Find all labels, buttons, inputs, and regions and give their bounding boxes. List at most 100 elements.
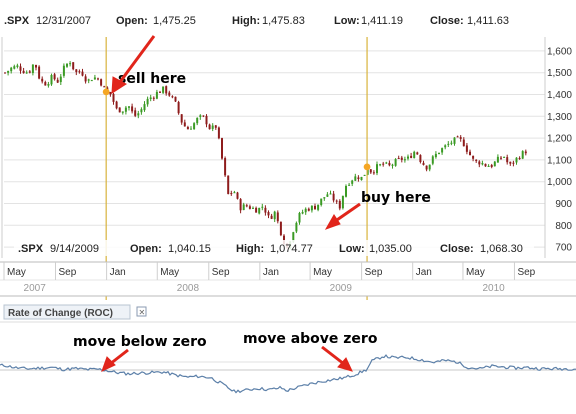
x-year-label: 2007: [24, 283, 47, 294]
header-bottom-high-label: High:: [236, 243, 264, 255]
candle-body: [506, 157, 509, 163]
candle-body: [276, 212, 279, 222]
chart-stage: .SPX 12/31/2007 Open: 1,475.25 High: 1,4…: [0, 0, 576, 414]
x-tick-label: May: [313, 267, 332, 278]
candle-body: [112, 93, 115, 102]
candle-body: [431, 156, 434, 164]
y-tick-label: 800: [555, 221, 572, 232]
candle-body: [196, 117, 199, 124]
x-tick-label: Sep: [59, 267, 77, 278]
candle-body: [326, 194, 329, 197]
header-top-close-value: 1,411.63: [467, 15, 509, 27]
candle-body: [202, 115, 205, 117]
candle-body: [351, 180, 354, 184]
candle-body: [515, 157, 518, 163]
candle-body: [453, 137, 456, 144]
header-top-open-value: 1,475.25: [153, 15, 196, 27]
candle-body: [93, 77, 96, 80]
candle-body: [354, 176, 357, 181]
candle-body: [258, 207, 261, 214]
candle-body: [487, 165, 490, 167]
candle-body: [59, 76, 62, 83]
x-tick-label: Sep: [365, 267, 383, 278]
candle-body: [177, 102, 180, 114]
candle-body: [314, 205, 316, 210]
candle-body: [469, 151, 471, 156]
candle-body: [13, 66, 16, 69]
candle-body: [4, 72, 6, 74]
candle-body: [236, 192, 239, 199]
candle-body: [25, 72, 28, 74]
candle-body: [298, 212, 301, 223]
x-year-label: 2010: [482, 283, 505, 294]
candle-body: [369, 169, 372, 173]
header-top-high-value: 1,475.83: [262, 15, 305, 27]
candle-body: [115, 101, 118, 109]
header-top-low-value: 1,411.19: [361, 15, 403, 27]
candle-body: [35, 64, 37, 68]
candle-body: [217, 127, 220, 139]
candle-body: [10, 67, 13, 72]
candle-body: [221, 138, 223, 159]
candle-body: [180, 114, 183, 123]
candle-body: [162, 86, 165, 93]
candle-body: [255, 207, 258, 213]
candle-body: [22, 70, 25, 74]
candle-body: [121, 111, 124, 113]
y-tick-label: 1,100: [547, 155, 572, 166]
header-top-symbol: .SPX: [4, 15, 30, 27]
buy-annotation: buy here: [361, 190, 431, 206]
candle-body: [7, 70, 10, 73]
y-tick-label: 1,300: [547, 112, 572, 123]
above-zero-annotation: move above zero: [243, 331, 378, 347]
candle-body: [224, 158, 227, 176]
candle-body: [159, 91, 161, 93]
header-bottom-close-value: 1,068.30: [480, 243, 523, 255]
candle-body: [503, 156, 506, 158]
candle-body: [118, 107, 121, 113]
candle-body: [295, 222, 298, 232]
candle-body: [422, 162, 425, 165]
candle-body: [301, 212, 304, 214]
x-tick-label: Sep: [212, 267, 230, 278]
candle-body: [403, 159, 406, 161]
y-tick-label: 900: [555, 199, 572, 210]
candle-body: [372, 172, 375, 174]
candle-body: [329, 193, 332, 195]
roc-title: Rate of Change (ROC): [8, 308, 113, 319]
candle-body: [97, 78, 99, 80]
candle-body: [484, 163, 487, 167]
candle-body: [140, 109, 143, 113]
candle-body: [348, 184, 351, 186]
candle-body: [109, 91, 112, 95]
candle-body: [472, 155, 475, 159]
header-bottom-low-value: 1,035.00: [369, 243, 412, 255]
candle-body: [56, 79, 59, 83]
candle-body: [252, 207, 254, 209]
candle-body: [382, 163, 385, 165]
candle-body: [230, 193, 233, 195]
header-top-low-label: Low:: [334, 15, 360, 27]
candle-body: [363, 174, 366, 176]
candle-body: [78, 71, 81, 73]
candle-body: [478, 161, 481, 165]
candle-body: [447, 143, 450, 145]
x-tick-label: Sep: [517, 267, 535, 278]
candle-body: [211, 125, 214, 129]
candle-body: [388, 162, 391, 166]
candle-body: [407, 156, 409, 159]
candle-body: [248, 206, 251, 209]
candle-body: [134, 110, 137, 116]
candle-body: [307, 208, 310, 211]
y-tick-label: 1,500: [547, 68, 572, 79]
below-zero-annotation: move below zero: [73, 334, 207, 350]
candle-body: [459, 137, 462, 139]
candle-body: [317, 204, 320, 210]
x-tick-label: Jan: [416, 267, 432, 278]
candle-body: [131, 106, 134, 112]
candle-body: [335, 200, 338, 202]
candle-body: [270, 215, 273, 219]
candle-body: [490, 165, 493, 168]
candle-body: [493, 161, 496, 167]
header-bottom: .SPX 9/14/2009 Open: 1,040.15 High: 1,07…: [14, 240, 534, 256]
